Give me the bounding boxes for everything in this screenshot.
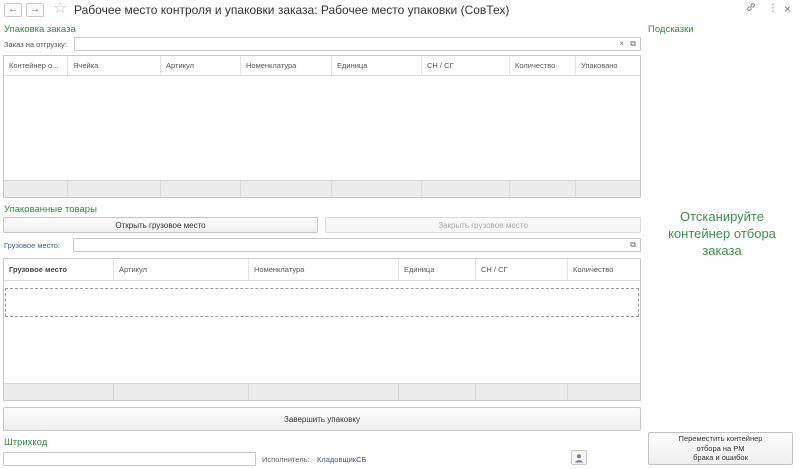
move-container-button[interactable]: Переместить контейнер отбора на РМ брака… <box>648 432 793 465</box>
column-header[interactable]: Упаковано <box>576 56 640 75</box>
arrow-right-icon: → <box>30 4 40 15</box>
column-header[interactable]: Ячейка <box>68 56 161 75</box>
move-button-line: брака и ошибок <box>693 453 748 463</box>
favorite-star-icon[interactable]: ☆ <box>53 0 67 18</box>
cargo-label: Грузовое место: <box>4 241 61 250</box>
column-header[interactable]: СН / СГ <box>476 259 568 280</box>
back-button[interactable]: ← <box>4 3 22 17</box>
arrow-left-icon: ← <box>8 4 18 15</box>
column-header[interactable]: Единица <box>399 259 476 280</box>
window-title: Рабочее место контроля и упаковки заказа… <box>74 3 510 17</box>
column-header[interactable]: Артикул <box>114 259 249 280</box>
cargo-table-header: Грузовое место Артикул Номенклатура Един… <box>4 259 640 281</box>
more-menu-icon[interactable]: ⋮ <box>768 2 778 16</box>
column-header[interactable]: Контейнер о... <box>4 56 68 75</box>
column-header[interactable]: Номенклатура <box>249 259 399 280</box>
open-cargo-button[interactable]: Открыть грузовое место <box>3 217 318 233</box>
executor-label: Исполнитель: <box>262 455 310 464</box>
barcode-input[interactable] <box>3 452 256 466</box>
user-icon <box>575 453 583 462</box>
column-header[interactable]: Артикул <box>161 56 241 75</box>
cargo-table-footer <box>4 383 640 400</box>
finish-packing-button[interactable]: Завершить упаковку <box>3 407 641 431</box>
column-header[interactable]: Номенклатура <box>241 56 332 75</box>
close-cargo-button[interactable]: Закрыть грузовое место <box>325 217 641 233</box>
order-table-header: Контейнер о... Ячейка Артикул Номенклату… <box>4 56 640 76</box>
order-input[interactable]: × ⧉ <box>74 37 641 51</box>
table-row[interactable] <box>5 288 639 317</box>
move-button-line: отбора на РМ <box>696 443 745 453</box>
link-icon[interactable] <box>746 2 756 17</box>
order-table[interactable]: Контейнер о... Ячейка Артикул Номенклату… <box>3 55 641 198</box>
cargo-table[interactable]: Грузовое место Артикул Номенклатура Един… <box>3 258 641 401</box>
column-header[interactable]: СН / СГ <box>422 56 510 75</box>
column-header[interactable]: Грузовое место <box>4 259 114 280</box>
clear-icon[interactable]: × <box>619 38 624 50</box>
cargo-input[interactable]: ⧉ <box>73 238 641 252</box>
move-button-line: Переместить контейнер <box>678 434 763 444</box>
user-select-button[interactable] <box>571 450 587 465</box>
barcode-header: Штрихкод <box>4 437 48 448</box>
hints-header: Подсказки <box>648 24 694 35</box>
order-packing-header: Упаковка заказа <box>4 24 76 35</box>
open-icon[interactable]: ⧉ <box>630 239 636 251</box>
executor-link[interactable]: КладовщикСБ <box>317 455 366 464</box>
order-label: Заказ на отгрузку: <box>4 40 67 49</box>
order-table-footer <box>4 180 640 197</box>
column-header[interactable]: Единица <box>332 56 422 75</box>
close-icon[interactable]: × <box>784 2 791 16</box>
forward-button[interactable]: → <box>26 3 44 17</box>
column-header[interactable]: Количество <box>510 56 576 75</box>
open-icon[interactable]: ⧉ <box>630 38 636 50</box>
hint-message: Отсканируйте контейнер отбора заказа <box>668 209 776 258</box>
packed-goods-header: Упакованные товары <box>4 204 97 215</box>
column-header[interactable]: Количество <box>568 259 640 280</box>
